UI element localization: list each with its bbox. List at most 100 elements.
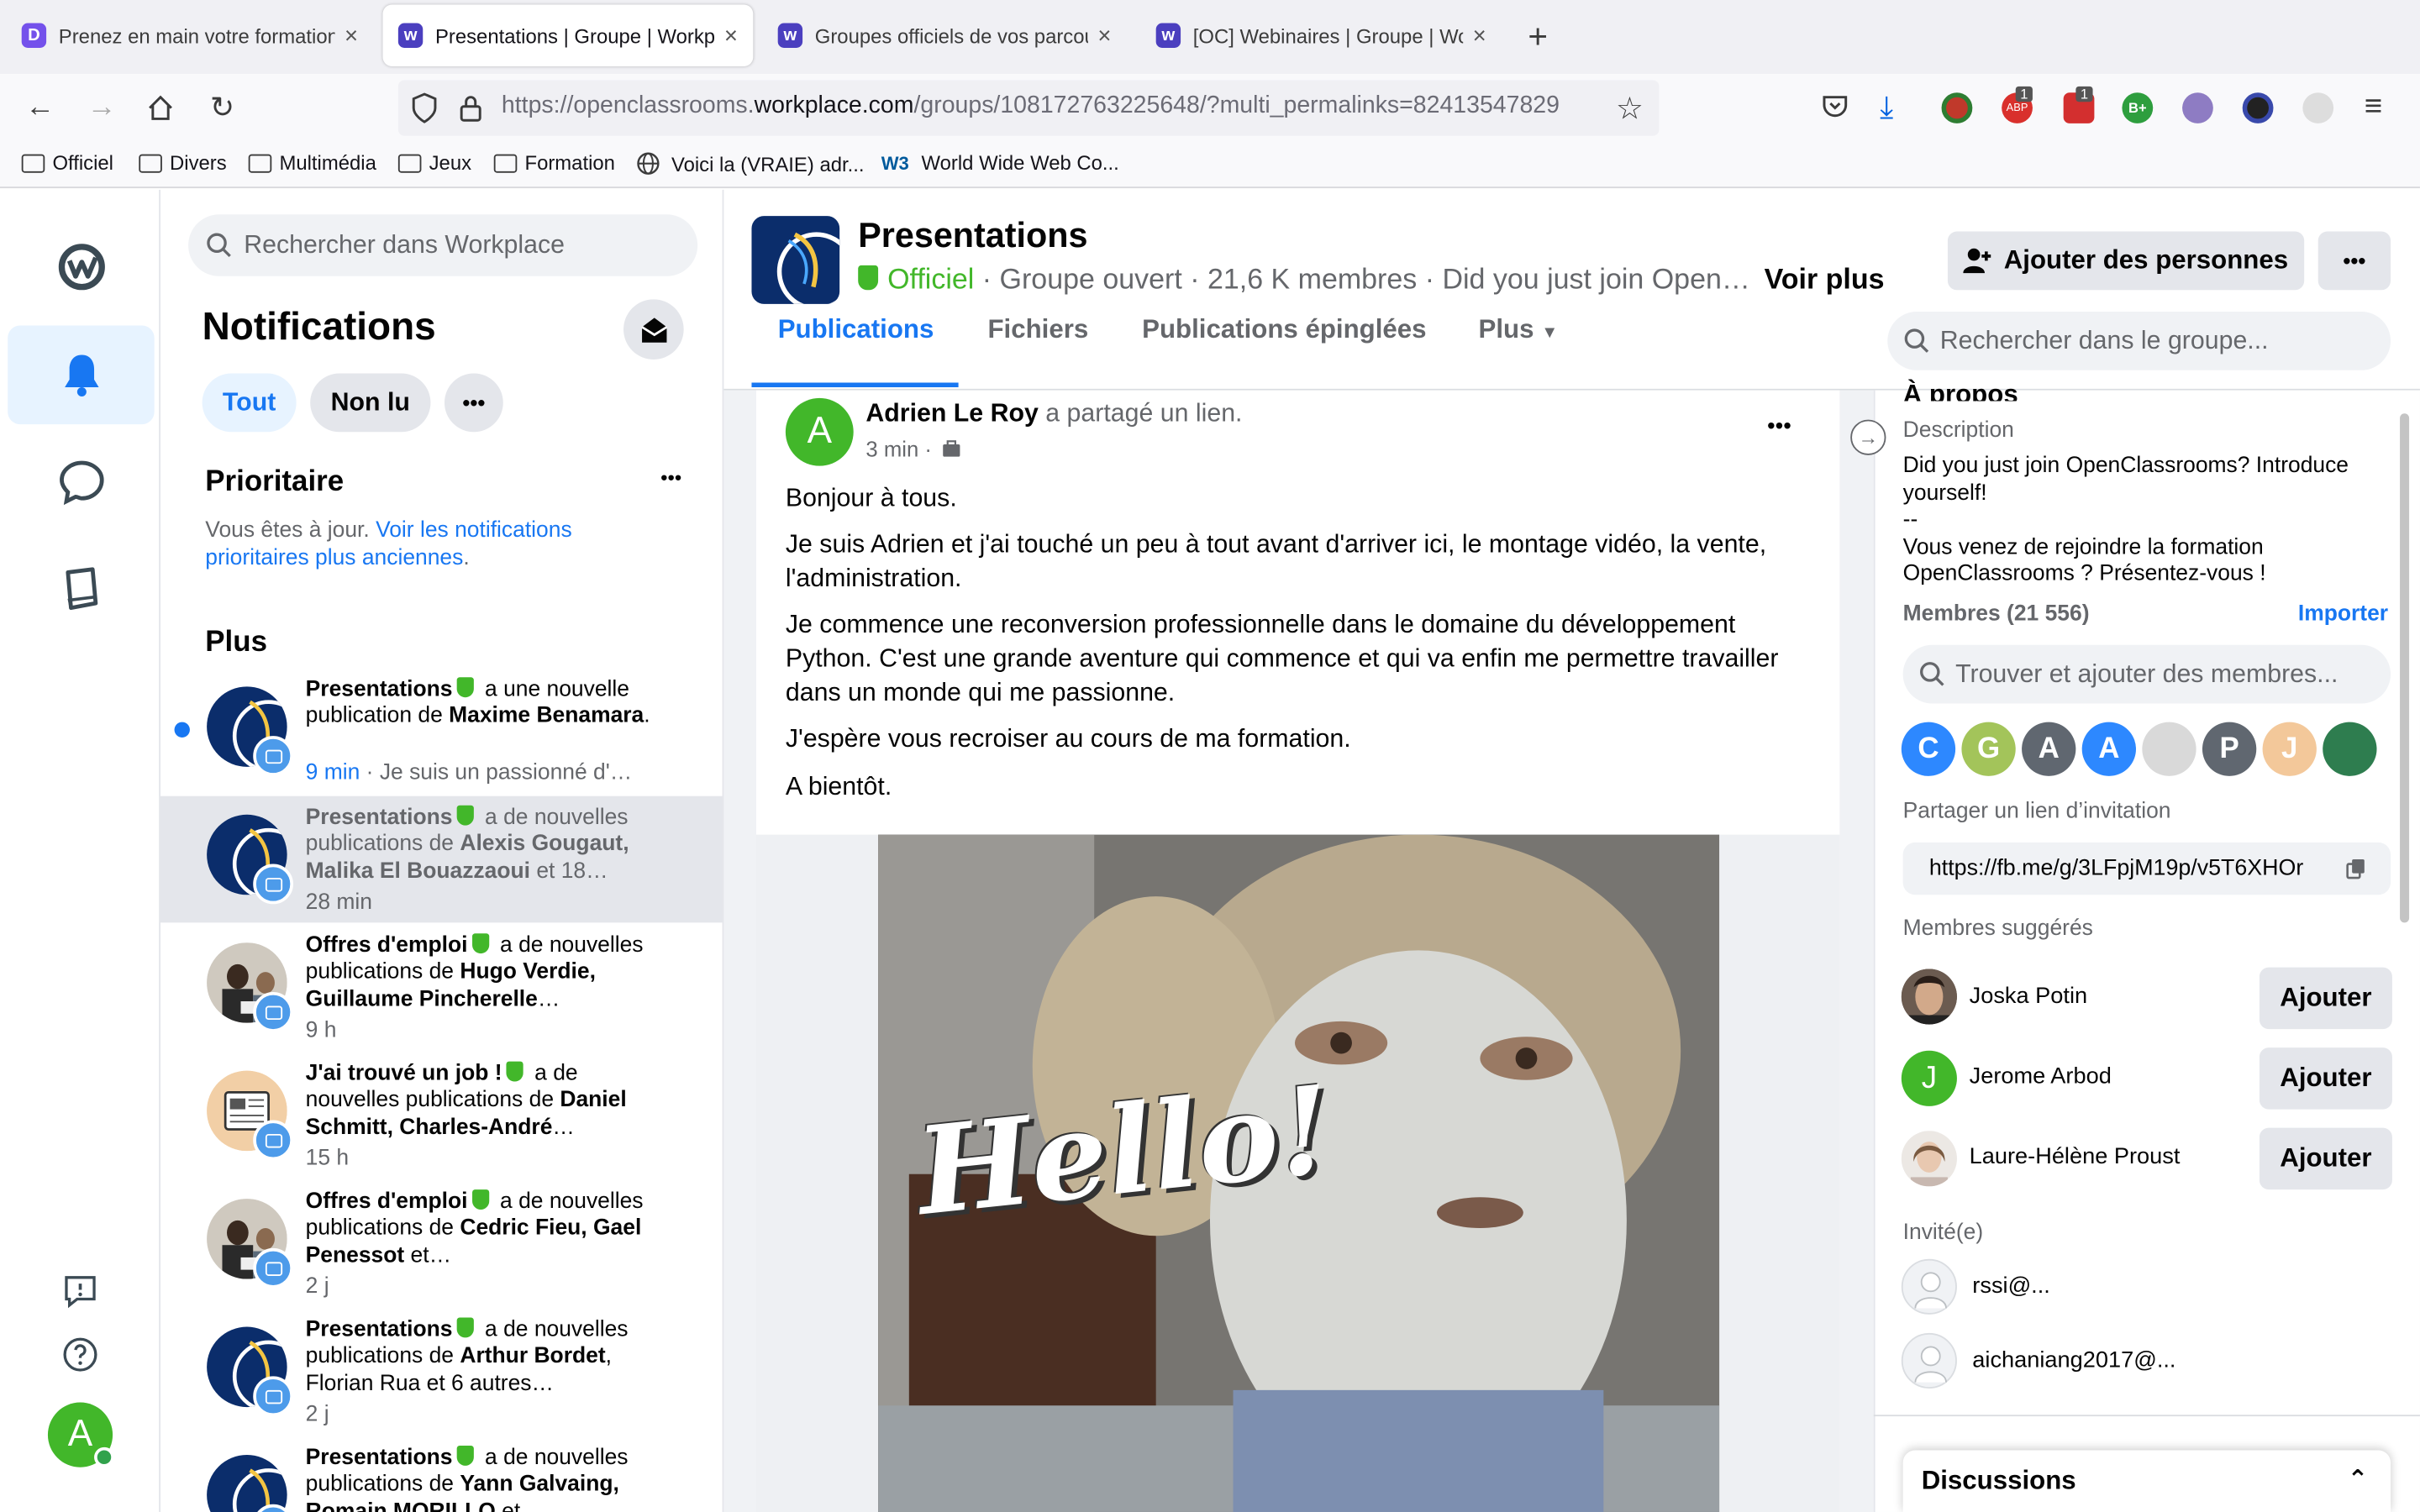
bplus-icon[interactable]: B+	[2122, 92, 2154, 123]
back-arrow-icon[interactable]: ←	[22, 90, 59, 127]
add-people-button[interactable]: Ajouter des personnes	[1947, 231, 2305, 291]
home-icon[interactable]	[142, 90, 179, 127]
group-more-button[interactable]: •••	[2317, 231, 2391, 291]
reload-icon[interactable]: ↻	[203, 90, 240, 127]
lock-icon[interactable]	[458, 92, 482, 131]
invite-link-field[interactable]: https://fb.me/g/3LFpjM19p/v5T6XHOr	[1902, 842, 2391, 895]
notifications-bell-icon[interactable]	[8, 325, 155, 425]
bookmark-multimedia[interactable]: Multimédia	[248, 151, 376, 175]
notification-item[interactable]: Presentations a de nouvelles publication…	[160, 795, 723, 923]
browser-tab-3[interactable]: w Groupes officiels de vos parcour ×	[762, 5, 1126, 66]
member-avatar[interactable]: C	[1901, 722, 1956, 776]
bookmark-officiel[interactable]: Officiel	[21, 151, 113, 175]
close-tab-icon[interactable]: ×	[1473, 23, 1486, 49]
post-time[interactable]: 3 min ·	[865, 437, 960, 461]
browser-tab-4[interactable]: w [OC] Webinaires | Groupe | Work ×	[1140, 5, 1502, 66]
chevron-up-icon[interactable]: ⌃	[2348, 1464, 2369, 1495]
import-members-link[interactable]: Importer	[2298, 601, 2388, 626]
workplace-search-input[interactable]: Rechercher dans Workplace	[188, 214, 698, 276]
post-author-name[interactable]: Adrien Le Roy	[865, 400, 1038, 428]
priority-more-button[interactable]: •••	[660, 466, 681, 490]
filter-all-tab[interactable]: Tout	[202, 373, 297, 433]
suggested-member-name[interactable]: Joska Potin	[1970, 984, 2088, 1009]
member-avatar[interactable]: A	[2081, 722, 2136, 776]
tab-files[interactable]: Fichiers	[987, 315, 1088, 346]
chat-bubble-icon[interactable]	[8, 432, 154, 531]
suggested-member-avatar[interactable]: J	[1901, 1050, 1957, 1106]
add-member-button[interactable]: Ajouter	[2259, 967, 2392, 1030]
glasses-extension-icon[interactable]	[2182, 92, 2213, 123]
group-cover-thumbnail[interactable]	[751, 216, 840, 304]
bookmark-formation[interactable]: Formation	[493, 151, 615, 175]
member-avatar[interactable]: P	[2202, 722, 2257, 776]
help-icon[interactable]	[61, 1336, 98, 1381]
online-status-dot	[94, 1446, 114, 1467]
ball-extension-icon[interactable]	[2242, 92, 2274, 123]
member-avatar[interactable]: G	[1961, 722, 2016, 776]
discussions-chat-bar[interactable]: Discussions ⌃	[1902, 1450, 2391, 1512]
notification-item[interactable]: Presentations a une nouvelle publication…	[160, 668, 723, 795]
tab-more[interactable]: Plus ▼	[1479, 315, 1559, 346]
filter-more-button[interactable]: •••	[444, 373, 503, 433]
suggested-member-name[interactable]: Laure-Hélène Proust	[1970, 1145, 2181, 1169]
notification-item[interactable]: Offres d'emploi a de nouvelles publicati…	[160, 924, 723, 1051]
hello-gif-image[interactable]: Hello!	[878, 834, 1720, 1512]
browser-tab-2-active[interactable]: w Presentations | Groupe | Workpla ×	[382, 4, 754, 66]
notification-item[interactable]: J'ai trouvé un job ! a de nouvelles publ…	[160, 1053, 723, 1179]
notification-item[interactable]: Presentations a de nouvelles publication…	[160, 1309, 723, 1436]
forward-arrow-icon[interactable]: →	[83, 90, 120, 127]
suggested-member-avatar[interactable]	[1901, 1131, 1957, 1187]
member-avatar[interactable]: A	[2022, 722, 2076, 776]
bookmark-vraie-adresse[interactable]: Voici la (VRAIE) adr...	[636, 151, 865, 176]
bplus-label: B+	[2128, 100, 2147, 116]
knowledge-library-book-icon[interactable]	[8, 540, 154, 639]
copy-icon[interactable]	[2346, 858, 2368, 879]
bookmark-star-icon[interactable]: ☆	[1616, 90, 1644, 129]
tab-pinned[interactable]: Publications épinglées	[1142, 315, 1426, 346]
close-tab-icon[interactable]: ×	[345, 23, 358, 49]
suggested-member-name[interactable]: Jerome Arbod	[1970, 1064, 2112, 1089]
pocket-icon[interactable]	[1821, 92, 1849, 128]
workplace-logo-icon[interactable]	[8, 218, 154, 317]
member-avatar[interactable]	[2323, 722, 2377, 776]
suggested-member-avatar[interactable]	[1901, 969, 1957, 1025]
browser-tab-1[interactable]: D Prenez en main votre formation - ×	[6, 5, 373, 66]
new-tab-plus-icon[interactable]: +	[1528, 17, 1548, 57]
see-more-link[interactable]: Voir plus	[1765, 262, 1885, 295]
shield-tracking-icon[interactable]	[411, 92, 439, 131]
extension-icon[interactable]	[1941, 92, 1973, 123]
find-members-input[interactable]: Trouver et ajouter des membres...	[1902, 644, 2391, 704]
tab-more-label: Plus	[1478, 314, 1534, 344]
add-member-button[interactable]: Ajouter	[2259, 1047, 2392, 1110]
close-tab-icon[interactable]: ×	[1097, 23, 1111, 49]
notification-item[interactable]: Offres d'emploi a de nouvelles publicati…	[160, 1180, 723, 1307]
tab-title: Prenez en main votre formation -	[58, 24, 335, 48]
bookmark-divers[interactable]: Divers	[139, 151, 227, 175]
close-tab-icon[interactable]: ×	[724, 23, 738, 49]
dog-extension-icon[interactable]	[2302, 92, 2334, 123]
group-description: Did you just join OpenClassrooms? Introd…	[1903, 454, 2381, 589]
member-avatar[interactable]: J	[2262, 722, 2317, 776]
bookmark-w3c[interactable]: W3 World Wide Web Co...	[881, 151, 1119, 175]
notification-tail: …	[552, 1115, 575, 1140]
feedback-icon[interactable]	[61, 1273, 98, 1317]
tab-publications[interactable]: Publications	[778, 315, 934, 346]
search-placeholder: Rechercher dans Workplace	[244, 230, 566, 259]
downloads-icon[interactable]: ⤓	[1880, 91, 1893, 126]
add-member-button[interactable]: Ajouter	[2259, 1127, 2392, 1190]
group-name[interactable]: Presentations	[858, 216, 1087, 256]
filter-unread-tab[interactable]: Non lu	[310, 373, 431, 433]
mark-all-read-envelope-icon[interactable]	[623, 299, 684, 360]
post-author-avatar[interactable]: A	[785, 397, 854, 466]
priority-status-text: Vous êtes à jour. Voir les notifications…	[205, 517, 668, 572]
about-divider	[1873, 1415, 2420, 1417]
bookmark-jeux[interactable]: Jeux	[397, 151, 471, 175]
member-avatar[interactable]	[2142, 722, 2196, 776]
hamburger-menu-icon[interactable]: ≡	[2365, 90, 2382, 125]
folder-icon	[21, 153, 45, 172]
collapse-arrow-icon[interactable]: →	[1850, 419, 1886, 455]
about-scrollbar[interactable]	[2400, 413, 2410, 923]
group-meta-text: · Groupe ouvert · 21,6 K membres · Did y…	[974, 262, 1750, 295]
notification-item[interactable]: Presentations a de nouvelles publication…	[160, 1436, 723, 1512]
post-options-button[interactable]: •••	[1767, 413, 1791, 439]
